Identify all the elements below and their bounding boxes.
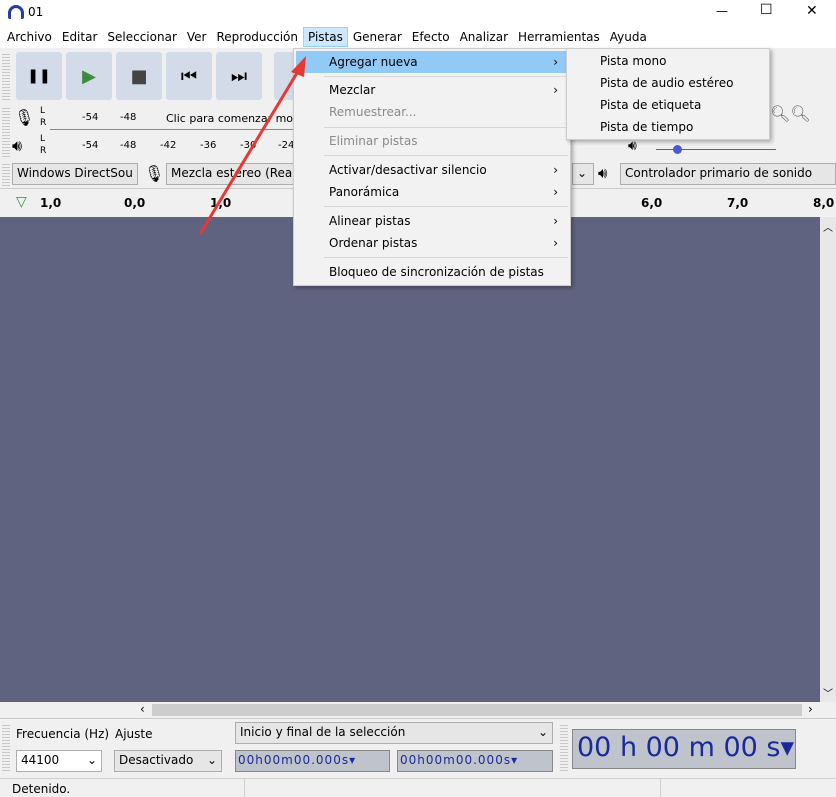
arrow-head: [291, 56, 306, 77]
arrow-shaft: [198, 67, 302, 235]
annotation-arrow: [198, 56, 306, 235]
